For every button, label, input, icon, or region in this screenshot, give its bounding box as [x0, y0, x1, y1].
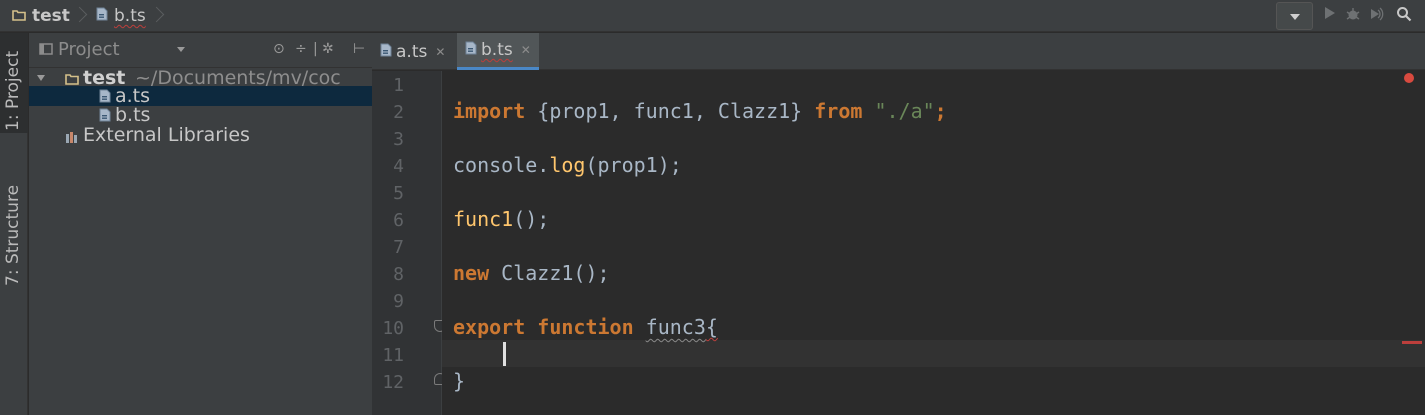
library-icon: [65, 127, 79, 146]
breadcrumb-file[interactable]: b.ts: [96, 0, 146, 32]
caret-line-highlight: [442, 340, 1425, 367]
breadcrumb-file-label: b.ts: [114, 6, 146, 26]
editor-gutter: 1 2 3 4 5 6 7 8 9 10 11 12: [372, 71, 442, 415]
expand-arrow-icon[interactable]: [37, 75, 45, 81]
code-line-8: new Clazz1();: [453, 261, 610, 285]
typescript-file-icon: [380, 42, 392, 62]
coverage-icon[interactable]: [1368, 6, 1386, 24]
line-number: 2: [393, 102, 404, 123]
close-tab-icon[interactable]: ✕: [435, 45, 445, 59]
line-number: 8: [393, 264, 404, 285]
chevron-right-icon: [71, 6, 88, 23]
hide-panel-icon[interactable]: ⊢: [353, 41, 365, 57]
navigation-bar: test b.ts: [0, 0, 1425, 32]
close-tab-icon[interactable]: ✕: [521, 43, 531, 57]
run-icon[interactable]: [1321, 6, 1339, 24]
line-number: 5: [393, 183, 404, 204]
line-number: 11: [382, 345, 404, 366]
project-panel-header: Project ⊙ ÷ | ✲ ⊢: [29, 33, 372, 68]
typescript-file-icon: [99, 87, 111, 106]
structure-tool-tab-label: 7: Structure: [3, 184, 23, 286]
line-number: 7: [393, 237, 404, 258]
project-tree: test ~/Documents/mv/coc a.ts b.ts Extern…: [29, 68, 372, 415]
code-editor[interactable]: import {prop1, func1, Clazz1} from "./a"…: [442, 71, 1425, 415]
tree-external-libraries[interactable]: External Libraries: [29, 124, 372, 146]
tree-file-label: a.ts: [115, 86, 151, 106]
tree-row-root[interactable]: test ~/Documents/mv/coc: [29, 68, 372, 88]
folder-icon: [12, 6, 26, 26]
tab-label: a.ts: [396, 41, 428, 62]
separator-icon: |: [313, 41, 318, 57]
project-tool-tab[interactable]: 1: Project: [0, 33, 28, 133]
debug-icon[interactable]: [1344, 6, 1362, 24]
error-indicator-icon[interactable]: [1404, 73, 1414, 83]
typescript-file-icon: [96, 6, 108, 26]
code-line-6: func1();: [453, 207, 550, 231]
line-number: 6: [393, 210, 404, 231]
typescript-file-icon: [99, 106, 111, 125]
tree-root-path: ~/Documents/mv/coc: [135, 68, 341, 88]
line-number: 4: [393, 156, 404, 177]
project-tool-tab-label: 1: Project: [3, 50, 23, 131]
breadcrumb-project[interactable]: test: [12, 0, 70, 32]
gear-icon[interactable]: ✲: [322, 41, 334, 57]
breadcrumb-project-label: test: [32, 6, 70, 26]
tree-root-name: test: [83, 68, 126, 88]
code-line-10: export function func3{: [453, 315, 718, 339]
project-view-selector[interactable]: Project: [39, 39, 120, 60]
error-stripe-marker[interactable]: [1402, 341, 1422, 344]
text-caret: [503, 342, 506, 366]
tree-file-label: b.ts: [115, 105, 151, 125]
typescript-file-icon: [465, 40, 477, 60]
collapse-all-icon[interactable]: ÷: [295, 41, 307, 57]
tab-label: b.ts: [481, 40, 513, 60]
scroll-from-source-icon[interactable]: ⊙: [273, 41, 285, 57]
project-panel-title: Project: [58, 39, 120, 60]
line-number: 3: [393, 129, 404, 150]
line-number: 12: [382, 372, 404, 393]
code-line-2: import {prop1, func1, Clazz1} from "./a"…: [453, 99, 947, 123]
run-configuration-dropdown[interactable]: [1276, 2, 1313, 30]
structure-tool-tab[interactable]: 7: Structure: [0, 153, 28, 288]
line-number: 9: [393, 291, 404, 312]
code-line-12: }: [453, 369, 466, 393]
tree-file-b[interactable]: b.ts: [29, 105, 372, 125]
tab-a-ts[interactable]: a.ts ✕: [372, 33, 453, 70]
tree-external-label: External Libraries: [83, 124, 250, 146]
project-view-icon: [39, 39, 53, 60]
tree-file-a[interactable]: a.ts: [29, 86, 372, 106]
editor-tab-bar: a.ts ✕ b.ts ✕: [372, 33, 1425, 70]
chevron-down-icon[interactable]: [177, 47, 185, 52]
line-number: 1: [393, 75, 404, 96]
tool-window-strip: 1: Project 7: Structure: [0, 33, 28, 415]
code-line-4: console.log(prop1);: [453, 153, 682, 177]
tab-b-ts[interactable]: b.ts ✕: [457, 33, 539, 70]
chevron-right-icon: [148, 6, 165, 23]
search-icon[interactable]: [1395, 6, 1413, 24]
line-number: 10: [382, 318, 404, 339]
